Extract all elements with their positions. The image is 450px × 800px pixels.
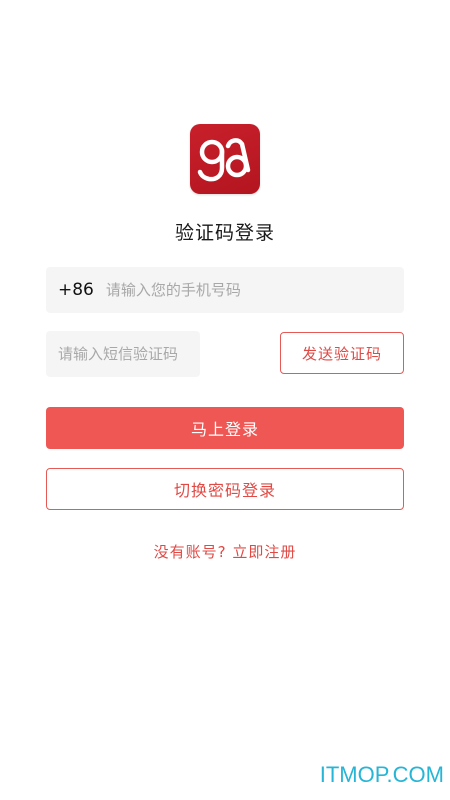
phone-input[interactable]: [105, 281, 356, 299]
page-title: 验证码登录: [174, 222, 275, 244]
sms-code-input[interactable]: [58, 345, 198, 363]
app-logo: [190, 124, 260, 194]
login-button[interactable]: 马上登录: [46, 407, 404, 449]
send-code-button[interactable]: 发送验证码: [280, 332, 404, 374]
login-screen: 验证码登录 +86 发送验证码 马上登录 切换密码登录 没有账号? 立即注册 I…: [0, 0, 450, 800]
switch-password-login-button[interactable]: 切换密码登录: [46, 468, 404, 510]
site-watermark: ITMOP.COM: [319, 762, 444, 787]
register-link[interactable]: 没有账号? 立即注册: [0, 541, 450, 562]
ga-logo-icon: [197, 138, 251, 182]
country-code[interactable]: +86: [58, 280, 94, 300]
sms-code-field[interactable]: [46, 331, 200, 377]
phone-field[interactable]: +86: [46, 267, 404, 313]
